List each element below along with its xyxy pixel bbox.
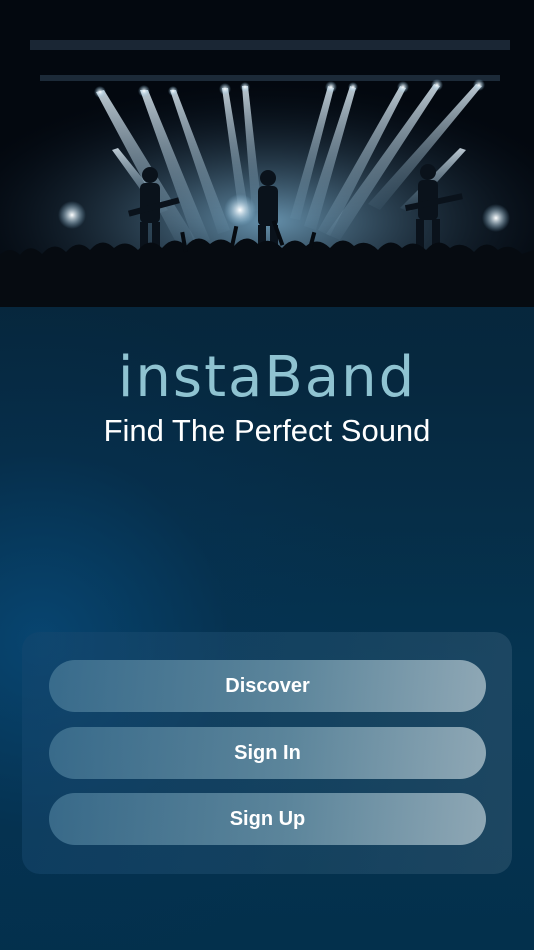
app-logo: instaBand [117,345,417,410]
app-tagline: Find The Perfect Sound [103,413,431,448]
app-screen: instaBand Find The Perfect Sound Discove… [0,0,534,950]
sign-in-button[interactable]: Sign In [49,727,486,779]
action-panel: Discover Sign In Sign Up [22,632,512,874]
sign-up-button[interactable]: Sign Up [49,793,486,845]
discover-button[interactable]: Discover [49,660,486,712]
title-block: instaBand Find The Perfect Sound [0,345,534,451]
concert-illustration [0,0,534,307]
concert-hero-image [0,0,534,307]
